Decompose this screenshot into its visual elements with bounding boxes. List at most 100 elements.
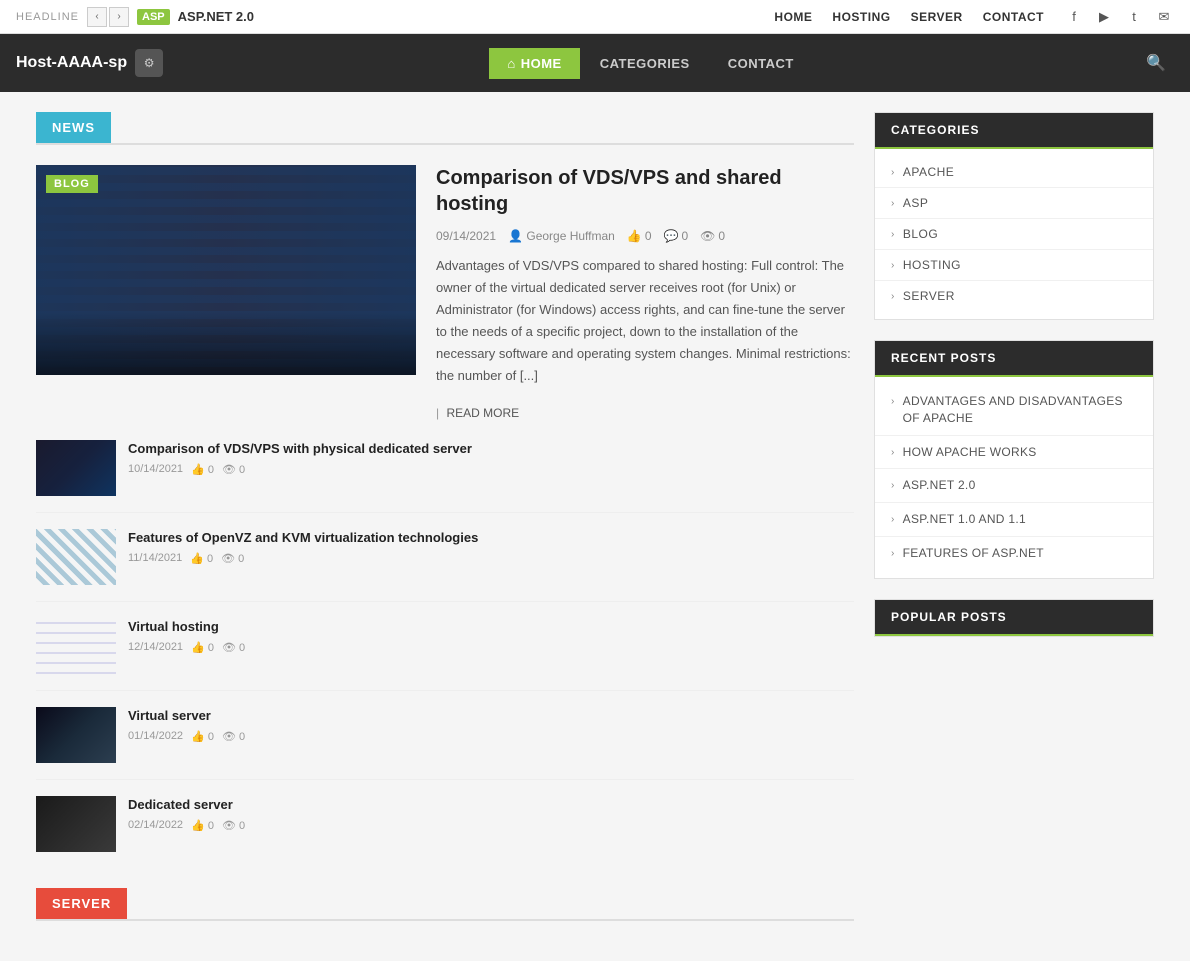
top-nav-server[interactable]: SERVER xyxy=(911,10,963,24)
category-asp[interactable]: › ASP xyxy=(875,188,1153,219)
side-post-meta-2: 11/14/2021 👍 0 👁 0 xyxy=(128,552,854,565)
youtube-icon[interactable]: ▶ xyxy=(1094,7,1114,27)
comment-icon: 💬 xyxy=(664,229,679,243)
like-icon: 👍 xyxy=(627,229,642,243)
home-icon: ⌂ xyxy=(507,56,515,71)
chevron-icon: › xyxy=(891,229,895,240)
datacenter-image xyxy=(36,165,416,375)
views-stat: 👁 0 xyxy=(700,229,725,243)
post-thumb-3 xyxy=(36,618,116,674)
nav-contact[interactable]: CONTACT xyxy=(710,48,812,79)
side-post-title-2[interactable]: Features of OpenVZ and KVM virtualizatio… xyxy=(128,529,854,547)
search-icon[interactable]: 🔍 xyxy=(1138,45,1174,81)
category-hosting[interactable]: › HOSTING xyxy=(875,250,1153,281)
recent-post-how-apache[interactable]: › HOW APACHE WORKS xyxy=(875,436,1153,470)
chevron-icon: › xyxy=(891,513,895,527)
categories-section: CATEGORIES › APACHE › ASP › BLOG › HOSTI… xyxy=(874,112,1154,320)
category-apache[interactable]: › APACHE xyxy=(875,157,1153,188)
top-bar-right: HOME HOSTING SERVER CONTACT f ▶ t ✉ xyxy=(774,7,1174,27)
post-date: 09/14/2021 xyxy=(436,229,496,243)
side-post-meta-1: 10/14/2021 👍 0 👁 0 xyxy=(128,463,854,476)
chevron-icon: › xyxy=(891,395,895,409)
blog-badge: BLOG xyxy=(46,175,98,193)
asp-badge: ASP xyxy=(137,9,170,25)
likes-3: 👍 0 xyxy=(191,641,214,654)
side-post-title-4[interactable]: Virtual server xyxy=(128,707,854,725)
post-thumb-2 xyxy=(36,529,116,585)
list-item: Virtual hosting 12/14/2021 👍 0 👁 0 xyxy=(36,618,854,691)
read-more-link[interactable]: | READ MORE xyxy=(436,406,519,420)
side-post-meta-5: 02/14/2022 👍 0 👁 0 xyxy=(128,819,854,832)
side-post-title-5[interactable]: Dedicated server xyxy=(128,796,854,814)
side-post-title-1[interactable]: Comparison of VDS/VPS with physical dedi… xyxy=(128,440,854,458)
category-blog[interactable]: › BLOG xyxy=(875,219,1153,250)
top-bar: HEADLINE ‹ › ASP ASP.NET 2.0 HOME HOSTIN… xyxy=(0,0,1190,34)
views-2: 👁 0 xyxy=(221,552,244,565)
chevron-icon: › xyxy=(891,260,895,271)
content-wrapper: NEWS BLOG Comparison of VDS/VPS and shar… xyxy=(20,92,1170,961)
email-icon[interactable]: ✉ xyxy=(1154,7,1174,27)
chevron-icon: › xyxy=(891,291,895,302)
likes-1: 👍 0 xyxy=(191,463,214,476)
post-thumb-4 xyxy=(36,707,116,763)
side-post-content-4: Virtual server 01/14/2022 👍 0 👁 0 xyxy=(128,707,854,743)
next-arrow[interactable]: › xyxy=(109,7,129,27)
views-5: 👁 0 xyxy=(222,819,245,832)
views-4: 👁 0 xyxy=(222,730,245,743)
popular-posts-section: POPULAR POSTS xyxy=(874,599,1154,637)
recent-post-features-aspnet[interactable]: › FEATURES OF ASP.NET xyxy=(875,537,1153,570)
recent-post-aspnet2[interactable]: › ASP.NET 2.0 xyxy=(875,469,1153,503)
chevron-icon: › xyxy=(891,479,895,493)
nav-home[interactable]: ⌂ HOME xyxy=(489,48,579,79)
post-thumb-5 xyxy=(36,796,116,852)
date-3: 12/14/2021 xyxy=(128,641,183,654)
category-server[interactable]: › SERVER xyxy=(875,281,1153,311)
likes-4: 👍 0 xyxy=(191,730,214,743)
main-nav: Host-AAAA-sp ⚙ ⌂ HOME CATEGORIES CONTACT… xyxy=(0,34,1190,92)
featured-post-title[interactable]: Comparison of VDS/VPS and shared hosting xyxy=(436,165,854,217)
top-nav-home[interactable]: HOME xyxy=(774,10,812,24)
logo-text: Host-AAAA-sp xyxy=(16,54,127,72)
news-section-header: NEWS xyxy=(36,112,854,145)
logo-area: Host-AAAA-sp ⚙ xyxy=(16,49,163,77)
categories-list: › APACHE › ASP › BLOG › HOSTING › SERV xyxy=(875,149,1153,319)
views-1: 👁 0 xyxy=(222,463,245,476)
categories-header: CATEGORIES xyxy=(875,113,1153,149)
top-nav-contact[interactable]: CONTACT xyxy=(983,10,1044,24)
side-post-content-3: Virtual hosting 12/14/2021 👍 0 👁 0 xyxy=(128,618,854,654)
headline-title: ASP.NET 2.0 xyxy=(178,9,254,24)
featured-post-body: Comparison of VDS/VPS and shared hosting… xyxy=(436,165,854,420)
author-icon: 👤 xyxy=(508,229,523,243)
list-item: Dedicated server 02/14/2022 👍 0 👁 0 xyxy=(36,796,854,868)
list-item: Comparison of VDS/VPS with physical dedi… xyxy=(36,440,854,513)
recent-post-aspnet1[interactable]: › ASP.NET 1.0 AND 1.1 xyxy=(875,503,1153,537)
main-nav-links: ⌂ HOME CATEGORIES CONTACT xyxy=(489,48,811,79)
nav-categories[interactable]: CATEGORIES xyxy=(582,48,708,79)
likes-5: 👍 0 xyxy=(191,819,214,832)
twitter-icon[interactable]: t xyxy=(1124,7,1144,27)
social-icons: f ▶ t ✉ xyxy=(1064,7,1174,27)
side-post-content-2: Features of OpenVZ and KVM virtualizatio… xyxy=(128,529,854,565)
likes-2: 👍 0 xyxy=(190,552,213,565)
list-item: Virtual server 01/14/2022 👍 0 👁 0 xyxy=(36,707,854,780)
chevron-icon: › xyxy=(891,446,895,460)
server-section: SERVER xyxy=(36,888,854,921)
facebook-icon[interactable]: f xyxy=(1064,7,1084,27)
post-excerpt: Advantages of VDS/VPS compared to shared… xyxy=(436,255,854,388)
date-4: 01/14/2022 xyxy=(128,730,183,743)
top-nav-hosting[interactable]: HOSTING xyxy=(832,10,890,24)
top-bar-left: HEADLINE ‹ › ASP ASP.NET 2.0 xyxy=(16,7,254,27)
server-tag: SERVER xyxy=(36,888,127,919)
side-post-content-1: Comparison of VDS/VPS with physical dedi… xyxy=(128,440,854,476)
date-2: 11/14/2021 xyxy=(128,552,182,565)
recent-post-advantages[interactable]: › ADVANTAGES AND DISADVANTAGES OF APACHE xyxy=(875,385,1153,436)
post-meta: 09/14/2021 👤 George Huffman 👍 0 💬 0 xyxy=(436,229,854,243)
post-thumb-1 xyxy=(36,440,116,496)
side-post-title-3[interactable]: Virtual hosting xyxy=(128,618,854,636)
prev-arrow[interactable]: ‹ xyxy=(87,7,107,27)
server-section-header: SERVER xyxy=(36,888,854,921)
featured-post: BLOG Comparison of VDS/VPS and shared ho… xyxy=(36,165,854,420)
list-item: Features of OpenVZ and KVM virtualizatio… xyxy=(36,529,854,602)
view-icon: 👁 xyxy=(700,229,715,243)
recent-posts-section: RECENT POSTS › ADVANTAGES AND DISADVANTA… xyxy=(874,340,1154,579)
